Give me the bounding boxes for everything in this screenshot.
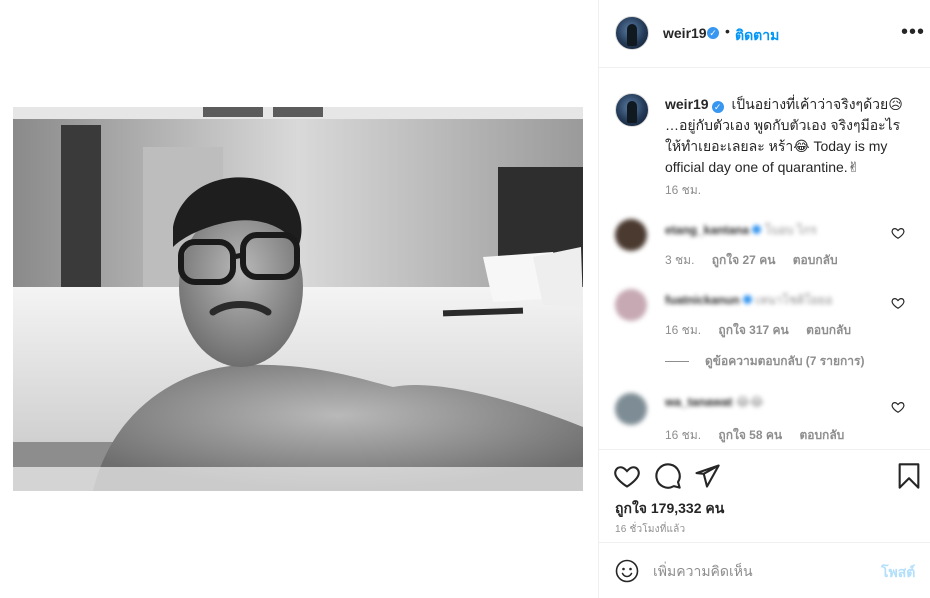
list-item: fuatnickanun เหนาโชติโยยอ 16 ชม. ถูกใจ 3… bbox=[599, 279, 930, 349]
heart-icon[interactable] bbox=[891, 226, 905, 240]
caption-username[interactable]: weir19 bbox=[665, 96, 709, 112]
header-separator: • bbox=[725, 23, 730, 39]
comment-meta: 16 ชม. ถูกใจ 317 คน ตอบกลับ bbox=[665, 321, 865, 340]
verified-badge-icon bbox=[752, 225, 762, 234]
comment-body: 😂😂 bbox=[735, 395, 764, 409]
selfie-photo-illustration bbox=[13, 107, 583, 491]
emoji-icon[interactable] bbox=[615, 559, 639, 583]
like-heart-icon[interactable] bbox=[613, 462, 641, 490]
list-item: etang_kantana โบอบ ไกร 3 ชม. ถูกใจ 27 คน… bbox=[599, 209, 930, 279]
post-header: weir19 ✓ • ติดตาม ••• bbox=[599, 0, 930, 68]
comment-likes[interactable]: ถูกใจ 27 คน bbox=[712, 253, 776, 267]
reply-button[interactable]: ตอบกลับ bbox=[806, 323, 851, 337]
heart-icon[interactable] bbox=[891, 296, 905, 310]
verified-badge-icon bbox=[743, 295, 753, 304]
commenter-avatar[interactable] bbox=[615, 289, 647, 321]
comment-likes[interactable]: ถูกใจ 317 คน bbox=[718, 323, 788, 337]
list-item: wa_tanawat 😂😂 16 ชม. ถูกใจ 58 คน ตอบกลับ bbox=[599, 384, 930, 449]
replies-divider-line bbox=[665, 361, 689, 363]
commenter-username[interactable]: etang_kantana bbox=[665, 223, 749, 237]
comment-meta: 16 ชม. ถูกใจ 58 คน ตอบกลับ bbox=[665, 426, 858, 445]
post-timestamp[interactable]: 16 ชั่วโมงที่แล้ว bbox=[615, 522, 685, 537]
post-side-panel: weir19 ✓ • ติดตาม ••• weir19 ✓ เป็นอย่างท… bbox=[598, 0, 930, 598]
caption-text-block: weir19 ✓ เป็นอย่างที่เค้าว่าจริงๆด้วย😥 …อ… bbox=[665, 94, 915, 178]
likes-count[interactable]: ถูกใจ 179,332 คน bbox=[615, 498, 724, 520]
more-options-icon[interactable]: ••• bbox=[901, 22, 925, 42]
comment-bubble-icon[interactable] bbox=[654, 462, 682, 490]
post-media-area bbox=[0, 0, 598, 598]
comment-input[interactable] bbox=[653, 559, 873, 583]
heart-icon[interactable] bbox=[891, 400, 905, 414]
caption-time[interactable]: 16 ชม. bbox=[665, 181, 701, 200]
commenter-avatar[interactable] bbox=[615, 393, 647, 425]
commenter-username[interactable]: fuatnickanun bbox=[665, 293, 740, 307]
reply-button[interactable]: ตอบกลับ bbox=[799, 428, 844, 442]
add-comment-bar: โพสต์ bbox=[599, 542, 930, 598]
comments-list[interactable]: weir19 ✓ เป็นอย่างที่เค้าว่าจริงๆด้วย😥 …อ… bbox=[599, 69, 930, 449]
comment-meta: 3 ชม. ถูกใจ 27 คน ตอบกลับ bbox=[665, 251, 852, 270]
commenter-username[interactable]: wa_tanawat bbox=[665, 395, 732, 409]
author-username[interactable]: weir19 bbox=[663, 25, 707, 41]
verified-badge-icon: ✓ bbox=[711, 101, 724, 113]
comment-time[interactable]: 3 ชม. bbox=[665, 253, 694, 267]
comment-time[interactable]: 16 ชม. bbox=[665, 428, 701, 442]
comment-likes[interactable]: ถูกใจ 58 คน bbox=[718, 428, 782, 442]
bookmark-icon[interactable] bbox=[895, 462, 923, 490]
verified-badge-icon: ✓ bbox=[707, 27, 719, 39]
reply-button[interactable]: ตอบกลับ bbox=[793, 253, 838, 267]
post-photo[interactable] bbox=[13, 107, 583, 491]
post-comment-button[interactable]: โพสต์ bbox=[881, 562, 915, 584]
comment-body: โบอบ ไกร bbox=[764, 223, 817, 237]
comment-text: etang_kantana โบอบ ไกร bbox=[665, 221, 817, 240]
post-actions: ถูกใจ 179,332 คน 16 ชั่วโมงที่แล้ว bbox=[599, 449, 930, 537]
share-send-icon[interactable] bbox=[693, 462, 721, 490]
comment-body: เหนาโชติโยยอ bbox=[755, 293, 833, 307]
caption-avatar[interactable] bbox=[615, 93, 649, 127]
view-replies-button[interactable]: ดูข้อความตอบกลับ (7 รายการ) bbox=[665, 352, 864, 371]
follow-button[interactable]: ติดตาม bbox=[735, 25, 779, 47]
author-avatar[interactable] bbox=[615, 16, 649, 50]
view-replies-label: ดูข้อความตอบกลับ (7 รายการ) bbox=[705, 354, 865, 368]
comment-time[interactable]: 16 ชม. bbox=[665, 323, 701, 337]
comment-text: wa_tanawat 😂😂 bbox=[665, 395, 764, 409]
commenter-avatar[interactable] bbox=[615, 219, 647, 251]
comment-text: fuatnickanun เหนาโชติโยยอ bbox=[665, 291, 832, 310]
